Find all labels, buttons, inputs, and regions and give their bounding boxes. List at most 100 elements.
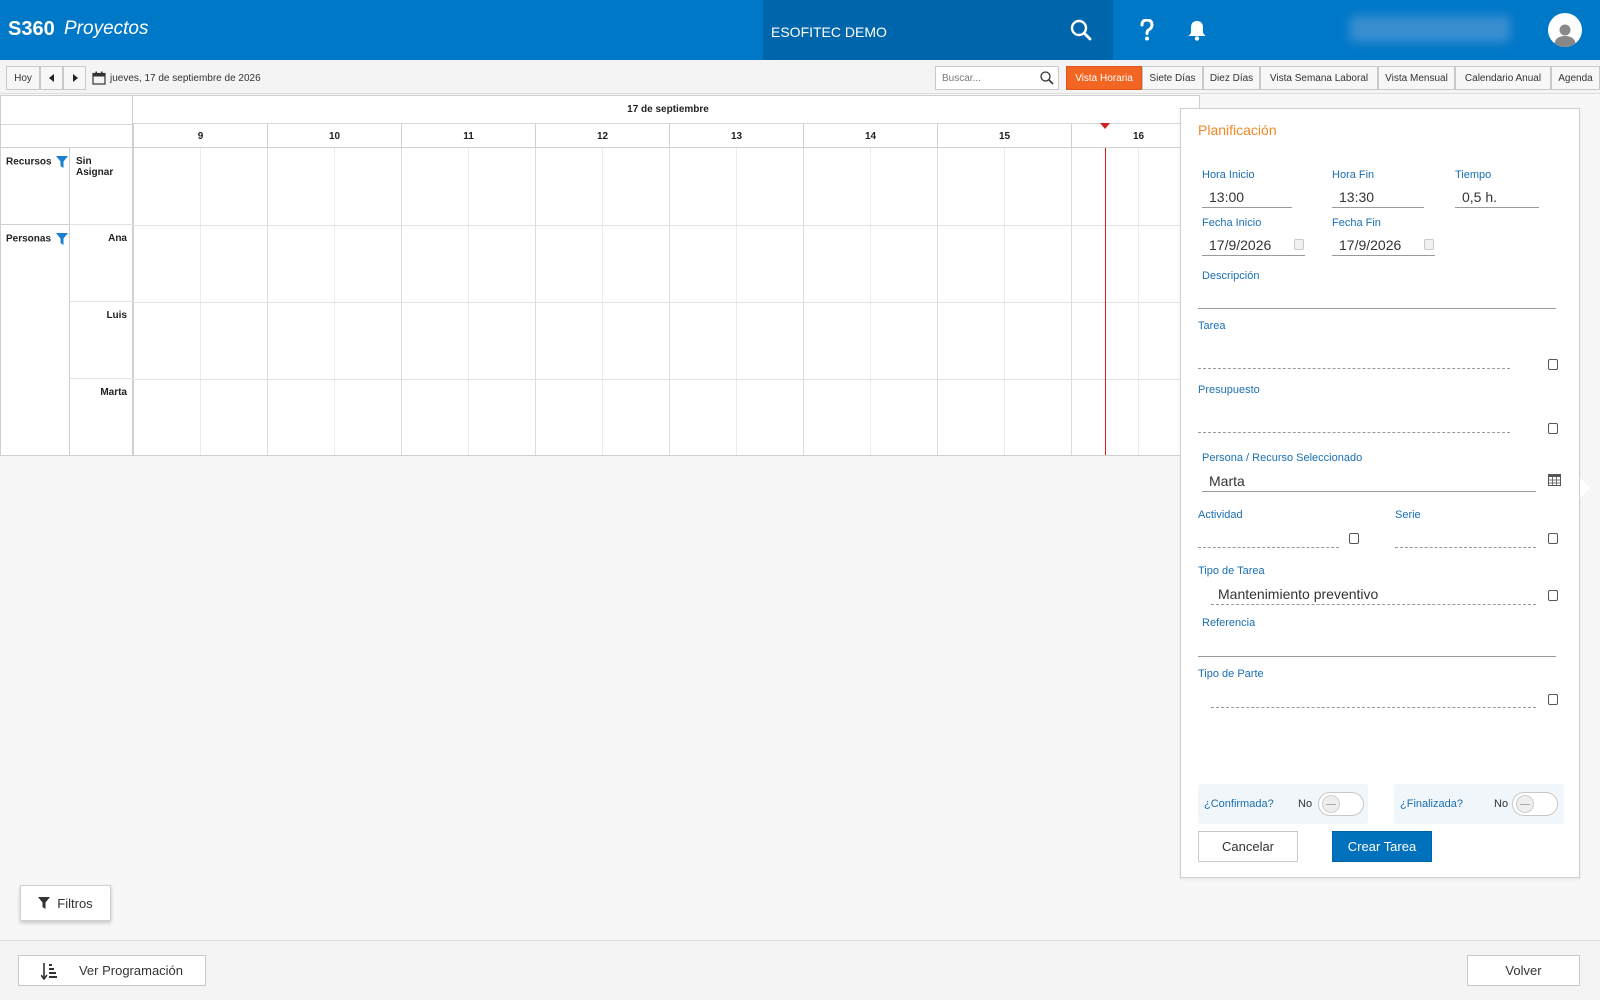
- hour-label: 12: [535, 124, 669, 148]
- fecha-fin-calendar-icon[interactable]: [1424, 239, 1434, 250]
- descripcion-field[interactable]: [1198, 285, 1556, 309]
- calendar-toolbar: Hoy jueves, 17 de septiembre de 2026 Bus…: [0, 60, 1600, 94]
- hora-inicio-field[interactable]: 13:00: [1202, 184, 1292, 208]
- confirmada-value: No: [1298, 798, 1313, 810]
- volver-button[interactable]: Volver: [1467, 955, 1580, 986]
- current-time-line: [1105, 148, 1106, 455]
- hora-inicio-label: Hora Inicio: [1202, 169, 1255, 181]
- prev-button[interactable]: [40, 66, 63, 90]
- scheduler-date-header: 17 de septiembre: [133, 96, 1199, 124]
- grid-line: [133, 302, 1199, 303]
- hora-fin-field[interactable]: 13:30: [1332, 184, 1424, 208]
- search-icon[interactable]: [1056, 0, 1106, 60]
- fecha-fin-field[interactable]: 17/9/2026: [1332, 232, 1435, 256]
- tipo-parte-field[interactable]: [1211, 684, 1536, 708]
- tab-diez-dias[interactable]: Diez Días: [1203, 66, 1260, 90]
- calendar-icon: [92, 71, 106, 85]
- search-icon[interactable]: [1040, 71, 1054, 85]
- descripcion-label: Descripción: [1202, 270, 1260, 282]
- search-placeholder: Buscar...: [942, 72, 981, 84]
- presupuesto-field[interactable]: [1198, 409, 1510, 433]
- filter-icon[interactable]: [56, 156, 69, 168]
- confirmada-toggle[interactable]: [1318, 792, 1364, 816]
- current-time-marker: [1100, 123, 1110, 129]
- tab-vista-mensual[interactable]: Vista Mensual: [1378, 66, 1455, 90]
- referencia-label: Referencia: [1202, 617, 1256, 629]
- tab-siete-dias[interactable]: Siete Días: [1142, 66, 1203, 90]
- hour-label: 11: [401, 124, 535, 148]
- top-header: S360 Proyectos ESOFITEC DEMO: [0, 0, 1600, 60]
- referencia-field[interactable]: [1198, 633, 1556, 657]
- hour-label: 15: [937, 124, 1071, 148]
- panel-title: Planificación: [1198, 122, 1277, 138]
- planificacion-panel: Planificación Hora Inicio 13:00 Hora Fin…: [1180, 108, 1580, 878]
- confirmada-label: ¿Confirmada?: [1204, 798, 1274, 810]
- hour-label: 14: [803, 124, 937, 148]
- search-input[interactable]: Buscar...: [935, 66, 1059, 90]
- hour-label: 10: [267, 124, 401, 148]
- tipo-parte-label: Tipo de Parte: [1198, 668, 1264, 680]
- bell-icon[interactable]: [1172, 0, 1222, 60]
- actividad-lookup-icon[interactable]: [1349, 533, 1359, 544]
- tiempo-label: Tiempo: [1455, 169, 1492, 181]
- tab-calendario-anual[interactable]: Calendario Anual: [1455, 66, 1551, 90]
- serie-lookup-icon[interactable]: [1548, 533, 1558, 544]
- presupuesto-lookup-icon[interactable]: [1548, 423, 1558, 434]
- tab-vista-horaria[interactable]: Vista Horaria: [1066, 66, 1142, 90]
- grid-line: [133, 379, 1199, 380]
- help-icon[interactable]: [1122, 0, 1172, 60]
- toggle-knob: [1516, 795, 1534, 813]
- calendar-icon[interactable]: [1548, 473, 1561, 486]
- group-label: Recursos: [6, 156, 52, 168]
- group-recursos: Recursos: [1, 148, 70, 225]
- brand-logo[interactable]: S360: [8, 18, 55, 41]
- fecha-inicio-calendar-icon[interactable]: [1294, 239, 1304, 250]
- persona-field[interactable]: Marta: [1202, 468, 1536, 492]
- sort-icon: [40, 962, 57, 980]
- hour-label: 9: [133, 124, 267, 148]
- filter-icon[interactable]: [55, 233, 68, 245]
- hour-header-row: 9 10 11 12 13 14 15 16: [133, 124, 1199, 148]
- tipo-parte-lookup-icon[interactable]: [1548, 694, 1558, 705]
- tarea-lookup-icon[interactable]: [1548, 359, 1558, 370]
- resource-row-marta: Marta: [100, 387, 127, 398]
- actividad-field[interactable]: [1198, 524, 1339, 548]
- tipo-tarea-label: Tipo de Tarea: [1198, 565, 1265, 577]
- toggle-knob: [1322, 795, 1340, 813]
- module-title: Proyectos: [64, 18, 149, 39]
- next-button[interactable]: [63, 66, 86, 90]
- finalizada-value: No: [1494, 798, 1509, 810]
- panel-edge-tab: [1580, 478, 1590, 498]
- persona-label: Persona / Recurso Seleccionado: [1202, 452, 1363, 464]
- date-picker[interactable]: jueves, 17 de septiembre de 2026: [92, 66, 261, 90]
- resource-row-luis: Luis: [70, 302, 133, 379]
- hora-fin-label: Hora Fin: [1332, 169, 1375, 181]
- today-button[interactable]: Hoy: [6, 66, 40, 90]
- create-task-button[interactable]: Crear Tarea: [1332, 831, 1432, 862]
- tab-semana-laboral[interactable]: Vista Semana Laboral: [1260, 66, 1378, 90]
- user-icon[interactable]: [1548, 13, 1582, 47]
- cancel-button[interactable]: Cancelar: [1198, 831, 1298, 862]
- tipo-tarea-field[interactable]: Mantenimiento preventivo: [1211, 581, 1536, 605]
- grid-line: [133, 225, 1199, 226]
- tarea-label: Tarea: [1198, 320, 1226, 332]
- fecha-inicio-field[interactable]: 17/9/2026: [1202, 232, 1305, 256]
- serie-label: Serie: [1395, 509, 1421, 521]
- fecha-fin-label: Fecha Fin: [1332, 217, 1381, 229]
- filter-icon: [38, 897, 51, 909]
- ver-programacion-button[interactable]: Ver Programación: [18, 955, 206, 986]
- tiempo-field[interactable]: 0,5 h.: [1455, 184, 1539, 208]
- time-slots-area[interactable]: [133, 148, 1199, 455]
- presupuesto-label: Presupuesto: [1198, 384, 1260, 396]
- finalizada-toggle[interactable]: [1512, 792, 1558, 816]
- ver-programacion-label: Ver Programación: [78, 963, 184, 978]
- serie-field[interactable]: [1395, 524, 1536, 548]
- filters-button[interactable]: Filtros: [20, 885, 111, 921]
- tab-agenda[interactable]: Agenda: [1551, 66, 1600, 90]
- resource-row-ana: Ana: [70, 225, 133, 302]
- filters-label: Filtros: [57, 895, 93, 911]
- finalizada-label: ¿Finalizada?: [1400, 798, 1463, 810]
- hour-label: 13: [669, 124, 803, 148]
- tipo-tarea-lookup-icon[interactable]: [1548, 590, 1558, 601]
- tarea-field[interactable]: [1198, 345, 1510, 369]
